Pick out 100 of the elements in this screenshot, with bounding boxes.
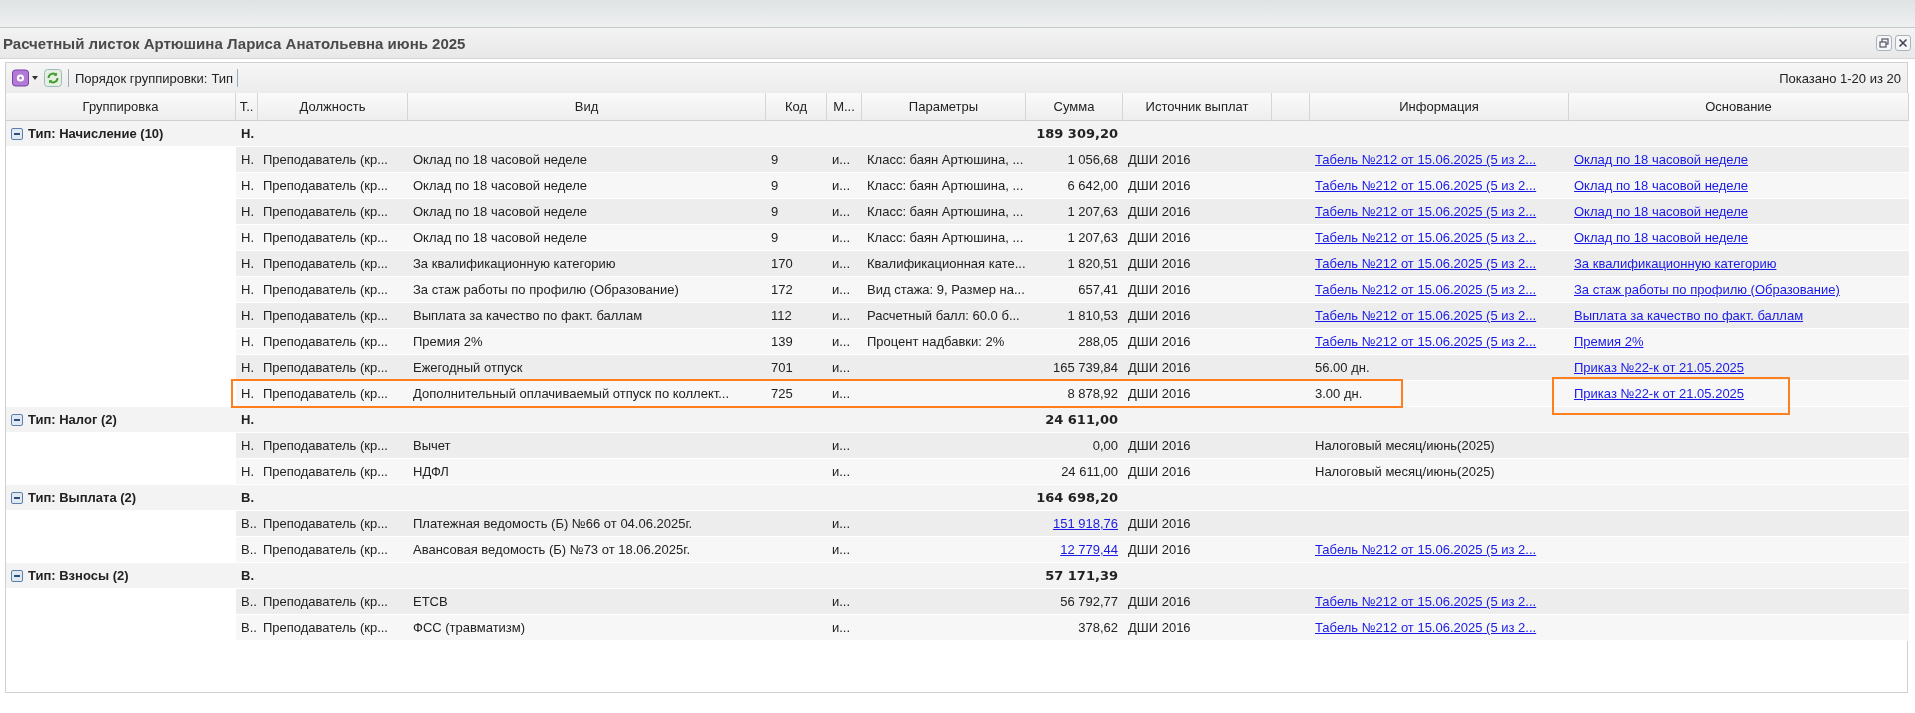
column-header[interactable]: Сумма (1026, 93, 1123, 121)
table-cell: В.. (236, 537, 258, 563)
column-header[interactable]: Информация (1310, 93, 1569, 121)
table-cell: Платежная ведомость (Б) №66 от 04.06.2025г. (408, 511, 766, 537)
table-cell: За стаж работы по профилю (Образование) (408, 277, 766, 303)
table-cell: ДШИ 2016 (1123, 615, 1272, 641)
table-cell: Преподаватель (кр... (258, 381, 408, 407)
table-cell: Оклад по 18 часовой неделе (408, 199, 766, 225)
table-cell: и... (827, 615, 862, 641)
table-cell: Н. (236, 329, 258, 355)
table-cell: Класс: баян Артюшина, ... (862, 147, 1026, 173)
table-cell: 725 (766, 381, 827, 407)
table-cell: ДШИ 2016 (1123, 277, 1272, 303)
table-cell: ДШИ 2016 (1123, 459, 1272, 485)
table-cell: 9 (766, 225, 827, 251)
table-cell: 24 611,00 (1026, 407, 1123, 433)
table-cell: Дополнительный оплачиваемый отпуск по коллект... (408, 381, 766, 407)
table-cell: ДШИ 2016 (1123, 511, 1272, 537)
close-button[interactable] (1895, 35, 1911, 51)
table-cell: Преподаватель (кр... (258, 303, 408, 329)
table-cell: Преподаватель (кр... (258, 433, 408, 459)
table-cell: Класс: баян Артюшина, ... (862, 199, 1026, 225)
table-cell: и... (827, 277, 862, 303)
table-cell: ДШИ 2016 (1123, 199, 1272, 225)
collapse-icon[interactable] (11, 491, 23, 504)
column-header[interactable]: Параметры (862, 93, 1026, 121)
close-icon (1898, 38, 1908, 48)
caret-icon (32, 76, 38, 80)
table-cell: Преподаватель (кр... (258, 459, 408, 485)
group-label: Тип: Выплата (2) (28, 490, 137, 505)
table-cell: В. (236, 485, 258, 511)
table-cell: Расчетный балл: 60.0 б... (862, 303, 1026, 329)
table-cell: Преподаватель (кр... (258, 251, 408, 277)
table-cell: 24 611,00 (1026, 459, 1123, 485)
table-cell: Преподаватель (кр... (258, 329, 408, 355)
table-cell: и... (827, 199, 862, 225)
refresh-button[interactable] (44, 69, 62, 87)
table-cell: 9 (766, 147, 827, 173)
table-cell: Класс: баян Артюшина, ... (862, 225, 1026, 251)
group-label: Тип: Налог (2) (28, 412, 117, 427)
table-cell: ДШИ 2016 (1123, 589, 1272, 615)
table-cell: ДШИ 2016 (1123, 433, 1272, 459)
table-cell: 0,00 (1026, 433, 1123, 459)
table-cell: Преподаватель (кр... (258, 615, 408, 641)
grouping-label: Порядок группировки: (75, 70, 208, 86)
table-cell: Н. (236, 173, 258, 199)
table-cell: 56.00 дн. (1310, 355, 1569, 381)
table-cell: и... (827, 303, 862, 329)
table-cell: Авансовая ведомость (Б) №73 от 18.06.2025г. (408, 537, 766, 563)
table-cell: Преподаватель (кр... (258, 355, 408, 381)
group-label: Тип: Взносы (2) (28, 568, 129, 583)
column-header[interactable]: Должность (258, 93, 408, 121)
table-cell: 164 698,20 (1026, 485, 1123, 511)
table-cell: Н. (236, 381, 258, 407)
settings-menu-button[interactable] (12, 69, 38, 87)
table-cell: Оклад по 18 часовой неделе (408, 147, 766, 173)
table-cell: 1 820,51 (1026, 251, 1123, 277)
table-cell: ФСС (травматизм) (408, 615, 766, 641)
restore-button[interactable] (1876, 35, 1892, 51)
column-header[interactable]: Источник выплат (1123, 93, 1272, 121)
table-cell: Преподаватель (кр... (258, 173, 408, 199)
table-cell: Н. (236, 121, 258, 147)
table-cell: Класс: баян Артюшина, ... (862, 173, 1026, 199)
column-header[interactable]: Код (766, 93, 827, 121)
table-cell: 288,05 (1026, 329, 1123, 355)
column-header[interactable]: Группировка (6, 93, 236, 121)
table-cell: В.. (236, 589, 258, 615)
column-header[interactable]: Вид (408, 93, 766, 121)
collapse-icon[interactable] (11, 413, 23, 426)
table-cell: Н. (236, 355, 258, 381)
table-cell: и... (827, 537, 862, 563)
grouping-value: Тип (211, 70, 234, 86)
table-cell: Оклад по 18 часовой неделе (408, 225, 766, 251)
table-cell: Вычет (408, 433, 766, 459)
column-header[interactable]: Т.. (236, 93, 258, 121)
collapse-icon[interactable] (11, 569, 23, 582)
table-cell: Н. (236, 407, 258, 433)
table-cell: Преподаватель (кр... (258, 147, 408, 173)
table-cell: Преподаватель (кр... (258, 199, 408, 225)
table-cell: Процент надбавки: 2% (862, 329, 1026, 355)
table-cell: 1 207,63 (1026, 199, 1123, 225)
paging-info: Показано 1-20 из 20 (1779, 70, 1901, 86)
column-header[interactable]: М... (827, 93, 862, 121)
table-cell: Н. (236, 225, 258, 251)
table-cell: 9 (766, 173, 827, 199)
table-link[interactable]: Премия 2% (1574, 334, 1644, 349)
table-cell: 9 (766, 199, 827, 225)
table-cell: Преподаватель (кр... (258, 511, 408, 537)
gear-icon (12, 69, 30, 87)
table-cell: Н. (236, 459, 258, 485)
table-cell: Квалификационная кате... (862, 251, 1026, 277)
column-header[interactable]: Основание (1569, 93, 1909, 121)
table-cell: и... (827, 433, 862, 459)
table-cell: Налоговый месяц/июнь(2025) (1310, 433, 1569, 459)
collapse-icon[interactable] (11, 127, 23, 140)
table-cell: НДФЛ (408, 459, 766, 485)
table-cell: 8 878,92 (1026, 381, 1123, 407)
table-cell: ДШИ 2016 (1123, 303, 1272, 329)
table-cell: ДШИ 2016 (1123, 251, 1272, 277)
table-cell: 6 642,00 (1026, 173, 1123, 199)
